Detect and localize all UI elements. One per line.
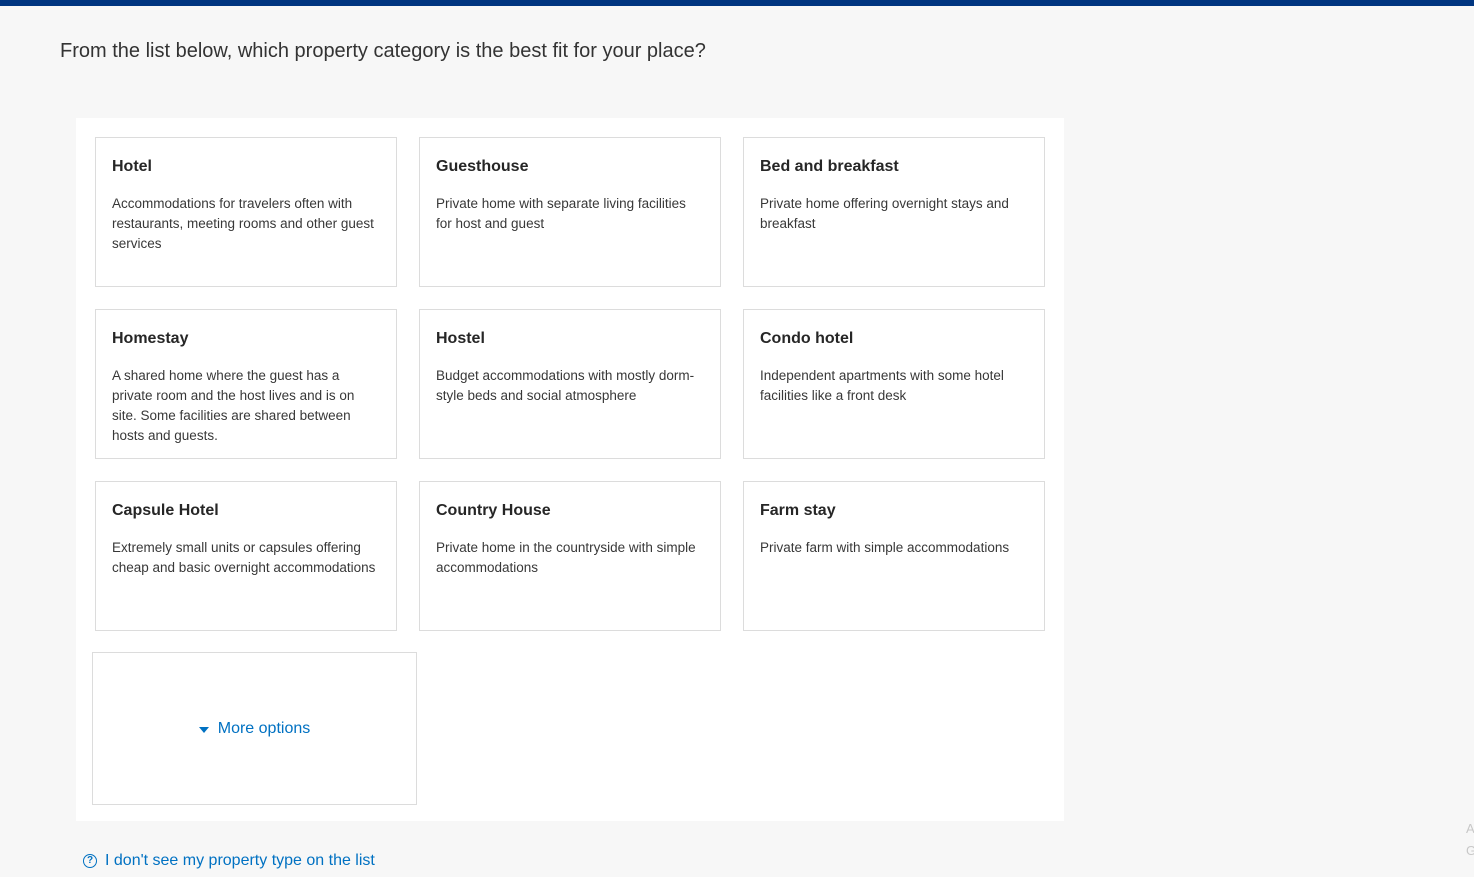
category-title: Bed and breakfast [760,158,899,175]
category-description: Private home with separate living facili… [436,196,686,231]
category-card-farm-stay[interactable]: Farm stay Private farm with simple accom… [743,481,1045,631]
missing-property-type-label[interactable]: I don't see my property type on the list [105,852,375,870]
category-description: Private home in the countryside with sim… [436,540,696,575]
category-description: Private farm with simple accommodations [760,540,1010,555]
category-description: Budget accommodations with mostly dorm-s… [436,368,695,403]
category-card-hotel[interactable]: Hotel Accommodations for travelers often… [95,137,397,287]
category-description: Independent apartments with some hotel f… [760,368,1004,403]
category-card-hostel[interactable]: Hostel Budget accommodations with mostly… [419,309,721,459]
category-title: Hostel [436,330,485,347]
category-description: Extremely small units or capsules offeri… [112,540,376,575]
category-description: Private home offering overnight stays an… [760,196,1009,231]
top-brand-bar [0,0,1474,6]
category-title: Homestay [112,330,189,347]
cropped-edge-text-line: G [1466,843,1474,858]
category-title: Country House [436,502,551,519]
category-card-country-house[interactable]: Country House Private home in the countr… [419,481,721,631]
page-question: From the list below, which property cate… [60,40,706,62]
category-card-bed-and-breakfast[interactable]: Bed and breakfast Private home offering … [743,137,1045,287]
more-options-content[interactable]: More options [198,720,311,738]
category-title: Hotel [112,158,152,175]
category-card-condo-hotel[interactable]: Condo hotel Independent apartments with … [743,309,1045,459]
category-card-capsule-hotel[interactable]: Capsule Hotel Extremely small units or c… [95,481,397,631]
category-title: Guesthouse [436,158,529,175]
category-description: Accommodations for travelers often with … [112,196,374,251]
question-circle-icon: ? [83,854,97,868]
category-description: A shared home where the guest has a priv… [112,368,355,443]
category-card-homestay[interactable]: Homestay A shared home where the guest h… [95,309,397,459]
cropped-edge-text-line: A [1466,821,1474,836]
cropped-edge-text: A G [1466,818,1474,862]
category-panel: Hotel Accommodations for travelers often… [76,118,1064,821]
category-title: Capsule Hotel [112,502,219,519]
caret-down-icon [198,726,209,733]
category-title: Farm stay [760,502,836,519]
more-options-label[interactable]: More options [218,720,311,738]
category-title: Condo hotel [760,330,854,347]
category-card-guesthouse[interactable]: Guesthouse Private home with separate li… [419,137,721,287]
missing-property-type-link[interactable]: ? I don't see my property type on the li… [83,852,375,870]
more-options-button[interactable]: More options [92,652,417,805]
